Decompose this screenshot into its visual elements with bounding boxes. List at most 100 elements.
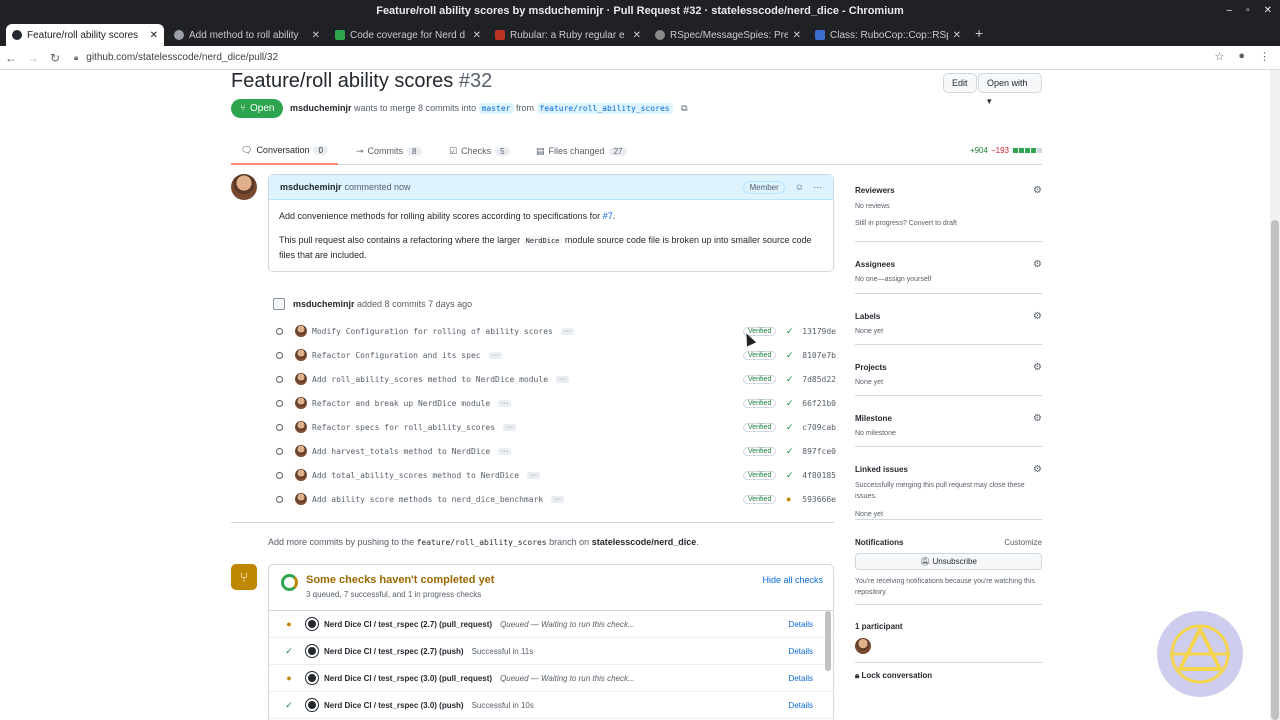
participant-avatar[interactable] (855, 638, 871, 654)
maximize-icon[interactable]: ▫ (1246, 0, 1250, 22)
commit-sha[interactable]: 593666e (802, 495, 836, 504)
commit-status-icon[interactable]: ✓ (786, 326, 794, 337)
tab-commits[interactable]: ⊸ Commits 8 (346, 137, 432, 165)
details-link[interactable]: Details (789, 620, 813, 629)
tab-close-icon[interactable]: ✕ (793, 30, 801, 41)
page-scrollbar[interactable] (1270, 70, 1280, 720)
commit-status-icon[interactable]: ● (786, 494, 791, 504)
verified-badge[interactable]: Verified (743, 350, 777, 360)
new-tab-icon[interactable]: + (975, 25, 983, 41)
bookmark-star-icon[interactable]: ☆ (1214, 50, 1224, 63)
verified-badge[interactable]: Verified (743, 494, 777, 504)
profile-icon[interactable]: ● (1238, 50, 1245, 63)
avatar[interactable] (295, 325, 307, 337)
emoji-reaction-icon[interactable]: ☺ (795, 182, 804, 192)
expand-message-button[interactable]: ··· (498, 399, 512, 407)
tab-close-icon[interactable]: ✕ (150, 30, 158, 41)
unsubscribe-button[interactable]: 🔕︎ Unsubscribe (855, 553, 1042, 570)
commit-message[interactable]: Add ability score methods to nerd_dice_b… (312, 495, 543, 504)
expand-message-button[interactable]: ··· (488, 351, 502, 359)
commit-sha[interactable]: 13179de (802, 327, 836, 336)
verified-badge[interactable]: Verified (743, 470, 777, 480)
avatar[interactable] (295, 349, 307, 361)
assign-yourself-link[interactable]: No one—assign yourself (855, 274, 1042, 285)
commit-sha[interactable]: 66f21b0 (802, 399, 836, 408)
commit-message[interactable]: Refactor specs for roll_ability_scores (312, 423, 495, 432)
commit-row[interactable]: Refactor and break up NerdDice module ···… (276, 393, 836, 413)
commit-message[interactable]: Add total_ability_scores method to NerdD… (312, 471, 519, 480)
gear-icon[interactable]: ⚙ (1033, 311, 1042, 322)
commit-status-icon[interactable]: ✓ (786, 446, 794, 457)
push-author[interactable]: msducheminjr (293, 299, 355, 309)
pr-author-link[interactable]: msducheminjr (290, 103, 352, 113)
commit-sha[interactable]: 8107e7b (802, 351, 836, 360)
tab-close-icon[interactable]: ✕ (633, 30, 641, 41)
avatar[interactable] (295, 493, 307, 505)
commit-sha[interactable]: c709cab (802, 423, 836, 432)
url-field[interactable]: github.com/statelesscode/nerd_dice/pull/… (86, 52, 278, 63)
edit-button[interactable]: Edit (943, 73, 977, 93)
tab-checks[interactable]: ☑ Checks 5 (439, 137, 520, 165)
comment-author[interactable]: msducheminjr (280, 182, 342, 192)
expand-message-button[interactable]: ··· (556, 375, 570, 383)
commit-row[interactable]: Refactor Configuration and its spec ··· Ve… (276, 345, 836, 365)
browser-tab[interactable]: RSpec/MessageSpies: Pre ✕ (649, 24, 807, 46)
tab-files-changed[interactable]: ▤ Files changed 27 (526, 137, 637, 165)
verified-badge[interactable]: Verified (743, 446, 777, 456)
browser-tab[interactable]: Rubular: a Ruby regular e ✕ (489, 24, 647, 46)
tab-close-icon[interactable]: ✕ (473, 30, 481, 41)
back-icon[interactable]: ← (0, 51, 22, 65)
browser-tab[interactable]: Class: RuboCop::Cop::RSp ✕ (809, 24, 967, 46)
commit-sha[interactable]: 897fce0 (802, 447, 836, 456)
customize-link[interactable]: Customize (1004, 538, 1042, 547)
convert-to-draft-link[interactable]: Still in progress? Convert to draft (855, 218, 1042, 229)
lock-conversation-link[interactable]: 🔒︎ Lock conversation (855, 663, 1042, 681)
expand-message-button[interactable]: ··· (527, 471, 541, 479)
expand-message-button[interactable]: ··· (560, 327, 574, 335)
comment-time[interactable]: commented now (345, 182, 411, 192)
verified-badge[interactable]: Verified (743, 422, 777, 432)
scrollbar-thumb[interactable] (1271, 220, 1279, 720)
reload-icon[interactable]: ↻ (44, 51, 66, 65)
browser-menu-icon[interactable]: ⋮ (1259, 50, 1270, 63)
avatar[interactable] (295, 469, 307, 481)
commit-message[interactable]: Refactor Configuration and its spec (312, 351, 481, 360)
expand-message-button[interactable]: ··· (498, 447, 512, 455)
forward-icon[interactable]: → (22, 51, 44, 65)
commit-sha[interactable]: 7d85d22 (802, 375, 836, 384)
tab-close-icon[interactable]: ✕ (953, 30, 961, 41)
gear-icon[interactable]: ⚙ (1033, 413, 1042, 424)
details-link[interactable]: Details (789, 674, 813, 683)
commit-status-icon[interactable]: ✓ (786, 374, 794, 385)
repo-link[interactable]: statelesscode/nerd_dice (592, 537, 697, 547)
copy-icon[interactable]: ⧉ (681, 103, 687, 113)
commit-message[interactable]: Modify Configuration for rolling of abil… (312, 327, 553, 336)
verified-badge[interactable]: Verified (743, 398, 777, 408)
issue-link[interactable]: #7 (603, 211, 613, 221)
details-link[interactable]: Details (789, 647, 813, 656)
browser-tab[interactable]: Feature/roll ability scores ✕ (6, 24, 164, 46)
avatar[interactable] (295, 445, 307, 457)
avatar[interactable] (295, 421, 307, 433)
browser-tab[interactable]: Add method to roll ability ✕ (168, 24, 326, 46)
commit-message[interactable]: Add harvest_totals method to NerdDice (312, 447, 490, 456)
checks-scrollbar[interactable] (825, 611, 831, 671)
open-with-button[interactable]: Open with ▾ (978, 73, 1042, 106)
avatar[interactable] (295, 373, 307, 385)
gear-icon[interactable]: ⚙ (1033, 259, 1042, 270)
commit-status-icon[interactable]: ✓ (786, 422, 794, 433)
commit-message[interactable]: Add roll_ability_scores method to NerdDi… (312, 375, 548, 384)
expand-message-button[interactable]: ··· (551, 495, 565, 503)
tab-close-icon[interactable]: ✕ (312, 30, 320, 41)
gear-icon[interactable]: ⚙ (1033, 362, 1042, 373)
commit-row[interactable]: Add ability score methods to nerd_dice_b… (276, 489, 836, 509)
head-branch[interactable]: feature/roll_ability_scores (536, 103, 673, 114)
avatar[interactable] (231, 174, 257, 200)
browser-tab[interactable]: Code coverage for Nerd d ✕ (329, 24, 487, 46)
gear-icon[interactable]: ⚙ (1033, 185, 1042, 196)
tab-conversation[interactable]: 🗨︎ Conversation 0 (231, 137, 338, 165)
minimize-icon[interactable]: – (1227, 0, 1233, 22)
commit-status-icon[interactable]: ✓ (786, 350, 794, 361)
commit-message[interactable]: Refactor and break up NerdDice module (312, 399, 490, 408)
gear-icon[interactable]: ⚙ (1033, 464, 1042, 475)
